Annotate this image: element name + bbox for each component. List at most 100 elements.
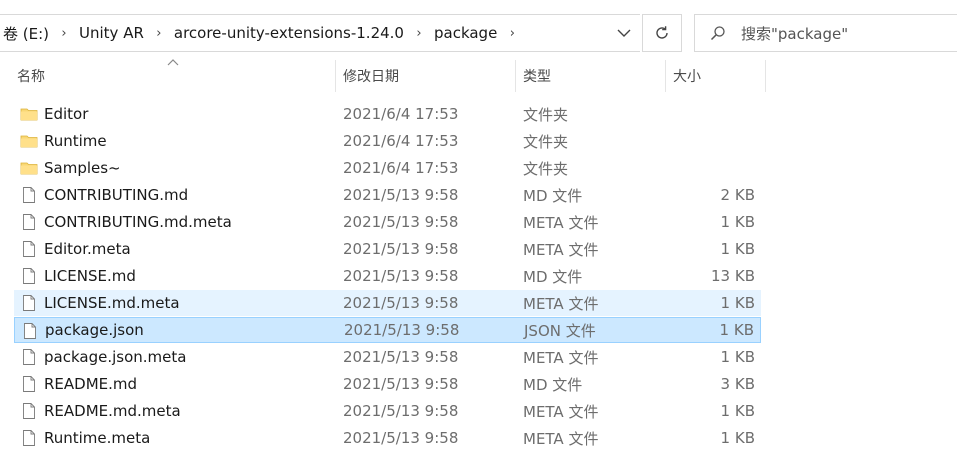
column-header-date[interactable]: 修改日期 (343, 60, 515, 92)
file-date: 2021/5/13 9:58 (343, 375, 459, 393)
file-icon (20, 294, 38, 312)
file-type: MD 文件 (523, 267, 583, 286)
file-type: META 文件 (523, 348, 599, 367)
address-bar[interactable]: 卷 (E:) › Unity AR › arcore-unity-extensi… (0, 14, 640, 52)
file-icon (20, 213, 38, 231)
file-name: LICENSE.md.meta (44, 294, 180, 312)
file-name: Runtime.meta (44, 429, 151, 447)
file-type: META 文件 (523, 240, 599, 259)
folder-icon (20, 132, 38, 150)
file-size: 1 KB (720, 213, 755, 231)
file-name: Editor.meta (44, 240, 131, 258)
file-row[interactable]: CONTRIBUTING.md.meta 2021/5/13 9:58 META 文… (14, 209, 761, 235)
file-date: 2021/5/13 9:58 (343, 429, 459, 447)
breadcrumb-arcore[interactable]: arcore-unity-extensions-1.24.0 (170, 24, 408, 42)
refresh-button[interactable] (642, 14, 682, 52)
file-type: MD 文件 (523, 186, 583, 205)
file-icon (20, 240, 38, 258)
file-size: 3 KB (720, 375, 755, 393)
search-icon (695, 25, 741, 41)
file-row[interactable]: CONTRIBUTING.md 2021/5/13 9:58 MD 文件 2 KB (14, 182, 761, 208)
search-box[interactable]: 搜索"package" (694, 14, 957, 52)
column-divider[interactable] (335, 60, 336, 92)
file-row[interactable]: README.md 2021/5/13 9:58 MD 文件 3 KB (14, 371, 761, 397)
file-size: 1 KB (720, 294, 755, 312)
file-row[interactable]: package.json.meta 2021/5/13 9:58 META 文件 1 … (14, 344, 761, 370)
file-row[interactable]: README.md.meta 2021/5/13 9:58 META 文件 1 KB (14, 398, 761, 424)
address-history-dropdown[interactable] (606, 14, 642, 52)
file-name: package.json (45, 321, 144, 339)
chevron-right-icon[interactable]: › (148, 26, 170, 41)
file-size: 1 KB (719, 321, 754, 339)
breadcrumb-drive[interactable]: 卷 (E:) (0, 23, 53, 44)
column-header-type-label: 类型 (523, 69, 551, 85)
column-header-size-label: 大小 (673, 69, 701, 85)
file-row[interactable]: LICENSE.md 2021/5/13 9:58 MD 文件 13 KB (14, 263, 761, 289)
file-type: META 文件 (523, 294, 599, 313)
breadcrumb-unity-ar[interactable]: Unity AR (75, 24, 148, 42)
file-date: 2021/5/13 9:58 (343, 267, 459, 285)
column-header-name-label: 名称 (17, 69, 45, 85)
file-date: 2021/5/13 9:58 (343, 240, 459, 258)
file-date: 2021/5/13 9:58 (343, 402, 459, 420)
file-row[interactable]: Editor 2021/6/4 17:53 文件夹 (14, 101, 761, 127)
file-size: 1 KB (720, 348, 755, 366)
file-name: Editor (44, 105, 89, 123)
file-row[interactable]: Runtime 2021/6/4 17:53 文件夹 (14, 128, 761, 154)
file-date: 2021/5/13 9:58 (343, 186, 459, 204)
breadcrumb-package[interactable]: package (430, 24, 501, 42)
file-date: 2021/5/13 9:58 (343, 213, 459, 231)
file-name: CONTRIBUTING.md.meta (44, 213, 232, 231)
file-size: 1 KB (720, 240, 755, 258)
file-type: 文件夹 (523, 159, 569, 178)
file-row[interactable]: LICENSE.md.meta 2021/5/13 9:58 META 文件 1 KB (14, 290, 761, 316)
file-date: 2021/6/4 17:53 (343, 105, 459, 123)
file-name: Runtime (44, 132, 107, 150)
file-icon (20, 267, 38, 285)
file-icon (20, 429, 38, 447)
file-name: CONTRIBUTING.md (44, 186, 189, 204)
file-date: 2021/5/13 9:58 (343, 294, 459, 312)
column-divider[interactable] (515, 60, 516, 92)
file-type: MD 文件 (523, 375, 583, 394)
column-header-type[interactable]: 类型 (523, 60, 665, 92)
column-divider[interactable] (665, 60, 666, 92)
file-row[interactable]: Editor.meta 2021/5/13 9:58 META 文件 1 KB (14, 236, 761, 262)
file-date: 2021/6/4 17:53 (343, 132, 459, 150)
file-size: 1 KB (720, 402, 755, 420)
file-type: META 文件 (523, 213, 599, 232)
file-date: 2021/6/4 17:53 (343, 159, 459, 177)
file-icon (20, 348, 38, 366)
file-row[interactable]: package.json 2021/5/13 9:58 JSON 文件 1 KB (14, 317, 761, 343)
file-type: JSON 文件 (524, 321, 596, 340)
column-divider[interactable] (765, 60, 766, 92)
folder-icon (20, 159, 38, 177)
file-icon (21, 322, 39, 340)
file-size: 13 KB (711, 267, 755, 285)
file-name: README.md (44, 375, 138, 393)
chevron-right-icon[interactable]: › (501, 26, 523, 41)
chevron-down-icon (617, 29, 631, 37)
column-header-size[interactable]: 大小 (673, 60, 765, 92)
chevron-right-icon[interactable]: › (53, 26, 75, 41)
file-row[interactable]: Samples~ 2021/6/4 17:53 文件夹 (14, 155, 761, 181)
file-type: META 文件 (523, 429, 599, 448)
file-name: LICENSE.md (44, 267, 136, 285)
file-icon (20, 186, 38, 204)
file-type: 文件夹 (523, 132, 569, 151)
file-name: README.md.meta (44, 402, 181, 420)
folder-icon (20, 105, 38, 123)
column-header-name[interactable]: 名称 (17, 60, 335, 92)
chevron-right-icon[interactable]: › (408, 26, 430, 41)
file-name: package.json.meta (44, 348, 187, 366)
file-type: 文件夹 (523, 105, 569, 124)
column-header-date-label: 修改日期 (343, 69, 399, 85)
refresh-icon (656, 26, 668, 39)
file-icon (20, 375, 38, 393)
file-type: META 文件 (523, 402, 599, 421)
file-icon (20, 402, 38, 420)
search-placeholder[interactable]: 搜索"package" (741, 23, 848, 44)
file-name: Samples~ (44, 159, 121, 177)
file-row[interactable]: Runtime.meta 2021/5/13 9:58 META 文件 1 KB (14, 425, 761, 451)
file-date: 2021/5/13 9:58 (344, 321, 460, 339)
